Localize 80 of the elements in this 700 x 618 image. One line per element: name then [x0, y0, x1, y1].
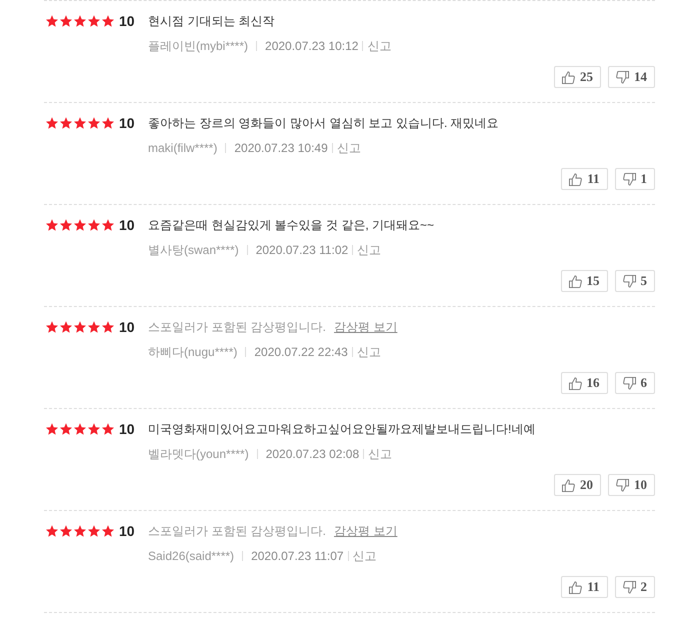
- star-icon: [102, 321, 114, 333]
- review-date: 2020.07.23 10:12: [265, 38, 358, 54]
- thumbs-up-icon: [568, 376, 582, 390]
- review-date: 2020.07.23 10:49: [234, 140, 328, 156]
- star-icon: [74, 321, 86, 333]
- star-icon: [74, 15, 86, 27]
- dislike-button[interactable]: 10: [608, 474, 655, 496]
- thumbs-up-icon: [569, 172, 582, 186]
- review-date: 2020.07.23 11:02: [256, 242, 348, 258]
- star-icon: [88, 117, 100, 129]
- dislike-button[interactable]: 6: [614, 372, 655, 394]
- star-icon: [60, 525, 72, 537]
- reviewer-name: 하삐다(nugu****): [148, 344, 238, 360]
- rating-score: 10: [119, 216, 135, 234]
- thumbs-up-icon: [569, 580, 582, 594]
- star-icon: [60, 321, 72, 333]
- star-icon: [46, 117, 58, 129]
- star-icon: [46, 321, 58, 333]
- review-text: 좋아하는 장르의 영화들이 많아서 열심히 보고 있습니다. 재밌네요: [148, 115, 499, 132]
- star-icon: [46, 219, 58, 231]
- review-text: 요즘같은때 현실감있게 볼수있을 것 같은, 기대돼요~~: [148, 217, 434, 234]
- like-button[interactable]: 11: [561, 576, 608, 598]
- star-icon: [46, 525, 58, 537]
- thumbs-up-icon: [562, 478, 575, 492]
- thumbs-down-icon: [616, 478, 629, 492]
- thumbs-down-icon: [622, 274, 636, 288]
- spoiler-notice: 스포일러가 포함된 감상평입니다.: [148, 523, 326, 540]
- rating-score: 10: [119, 420, 135, 438]
- thumbs-down-icon: [622, 172, 636, 186]
- reviewer-name: maki(filw****): [148, 140, 218, 156]
- dislike-button[interactable]: 5: [614, 270, 655, 292]
- star-icon: [46, 423, 58, 435]
- rating-score: 10: [119, 318, 135, 336]
- like-button[interactable]: 20: [554, 474, 601, 496]
- star-icon: [74, 423, 86, 435]
- star-icon: [74, 117, 86, 129]
- star-icon: [88, 15, 100, 27]
- star-icon: [60, 423, 72, 435]
- review-text: 현시점 기대되는 최신작: [148, 13, 275, 30]
- star-icon: [102, 15, 114, 27]
- thumbs-down-icon: [616, 70, 629, 84]
- like-button[interactable]: 16: [560, 372, 608, 394]
- star-icon: [88, 219, 100, 231]
- star-icon: [102, 219, 114, 231]
- reviewer-name: 벨라뎃다(youn****): [148, 446, 249, 462]
- rating-score: 10: [119, 12, 135, 30]
- star-icon: [102, 423, 114, 435]
- show-review-link[interactable]: 감상평 보기: [334, 318, 398, 336]
- star-icon: [102, 117, 114, 129]
- reviewer-name: 플레이빈(mybi****): [148, 38, 248, 54]
- dislike-button[interactable]: 2: [614, 576, 655, 598]
- like-button[interactable]: 11: [561, 168, 608, 190]
- star-icon: [60, 219, 72, 231]
- thumbs-up-icon: [562, 70, 575, 84]
- star-icon: [60, 117, 72, 129]
- star-icon: [88, 321, 100, 333]
- rating-score: 10: [119, 522, 135, 540]
- star-icon: [46, 15, 58, 27]
- review-date: 2020.07.22 22:43: [254, 344, 348, 360]
- like-button[interactable]: 25: [554, 66, 601, 88]
- reviewer-name: Said26(said****): [148, 548, 234, 564]
- thumbs-up-icon: [568, 274, 582, 288]
- show-review-link[interactable]: 감상평 보기: [334, 522, 398, 540]
- spoiler-notice: 스포일러가 포함된 감상평입니다.: [148, 319, 326, 336]
- dislike-button[interactable]: 14: [608, 66, 655, 88]
- thumbs-down-icon: [622, 580, 636, 594]
- review-date: 2020.07.23 02:08: [266, 446, 360, 462]
- star-icon: [74, 219, 86, 231]
- dislike-button[interactable]: 1: [614, 168, 655, 190]
- like-button[interactable]: 15: [560, 270, 608, 292]
- review-date: 2020.07.23 11:07: [251, 548, 344, 564]
- star-icon: [102, 525, 114, 537]
- review-text: 미국영화재미있어요고마워요하고싶어요안될까요제발보내드립니다!네예: [148, 421, 536, 438]
- star-icon: [74, 525, 86, 537]
- star-icon: [60, 15, 72, 27]
- reviewer-name: 별사탕(swan****): [148, 242, 239, 258]
- rating-score: 10: [119, 114, 135, 132]
- thumbs-down-icon: [622, 376, 636, 390]
- star-icon: [88, 525, 100, 537]
- star-icon: [88, 423, 100, 435]
